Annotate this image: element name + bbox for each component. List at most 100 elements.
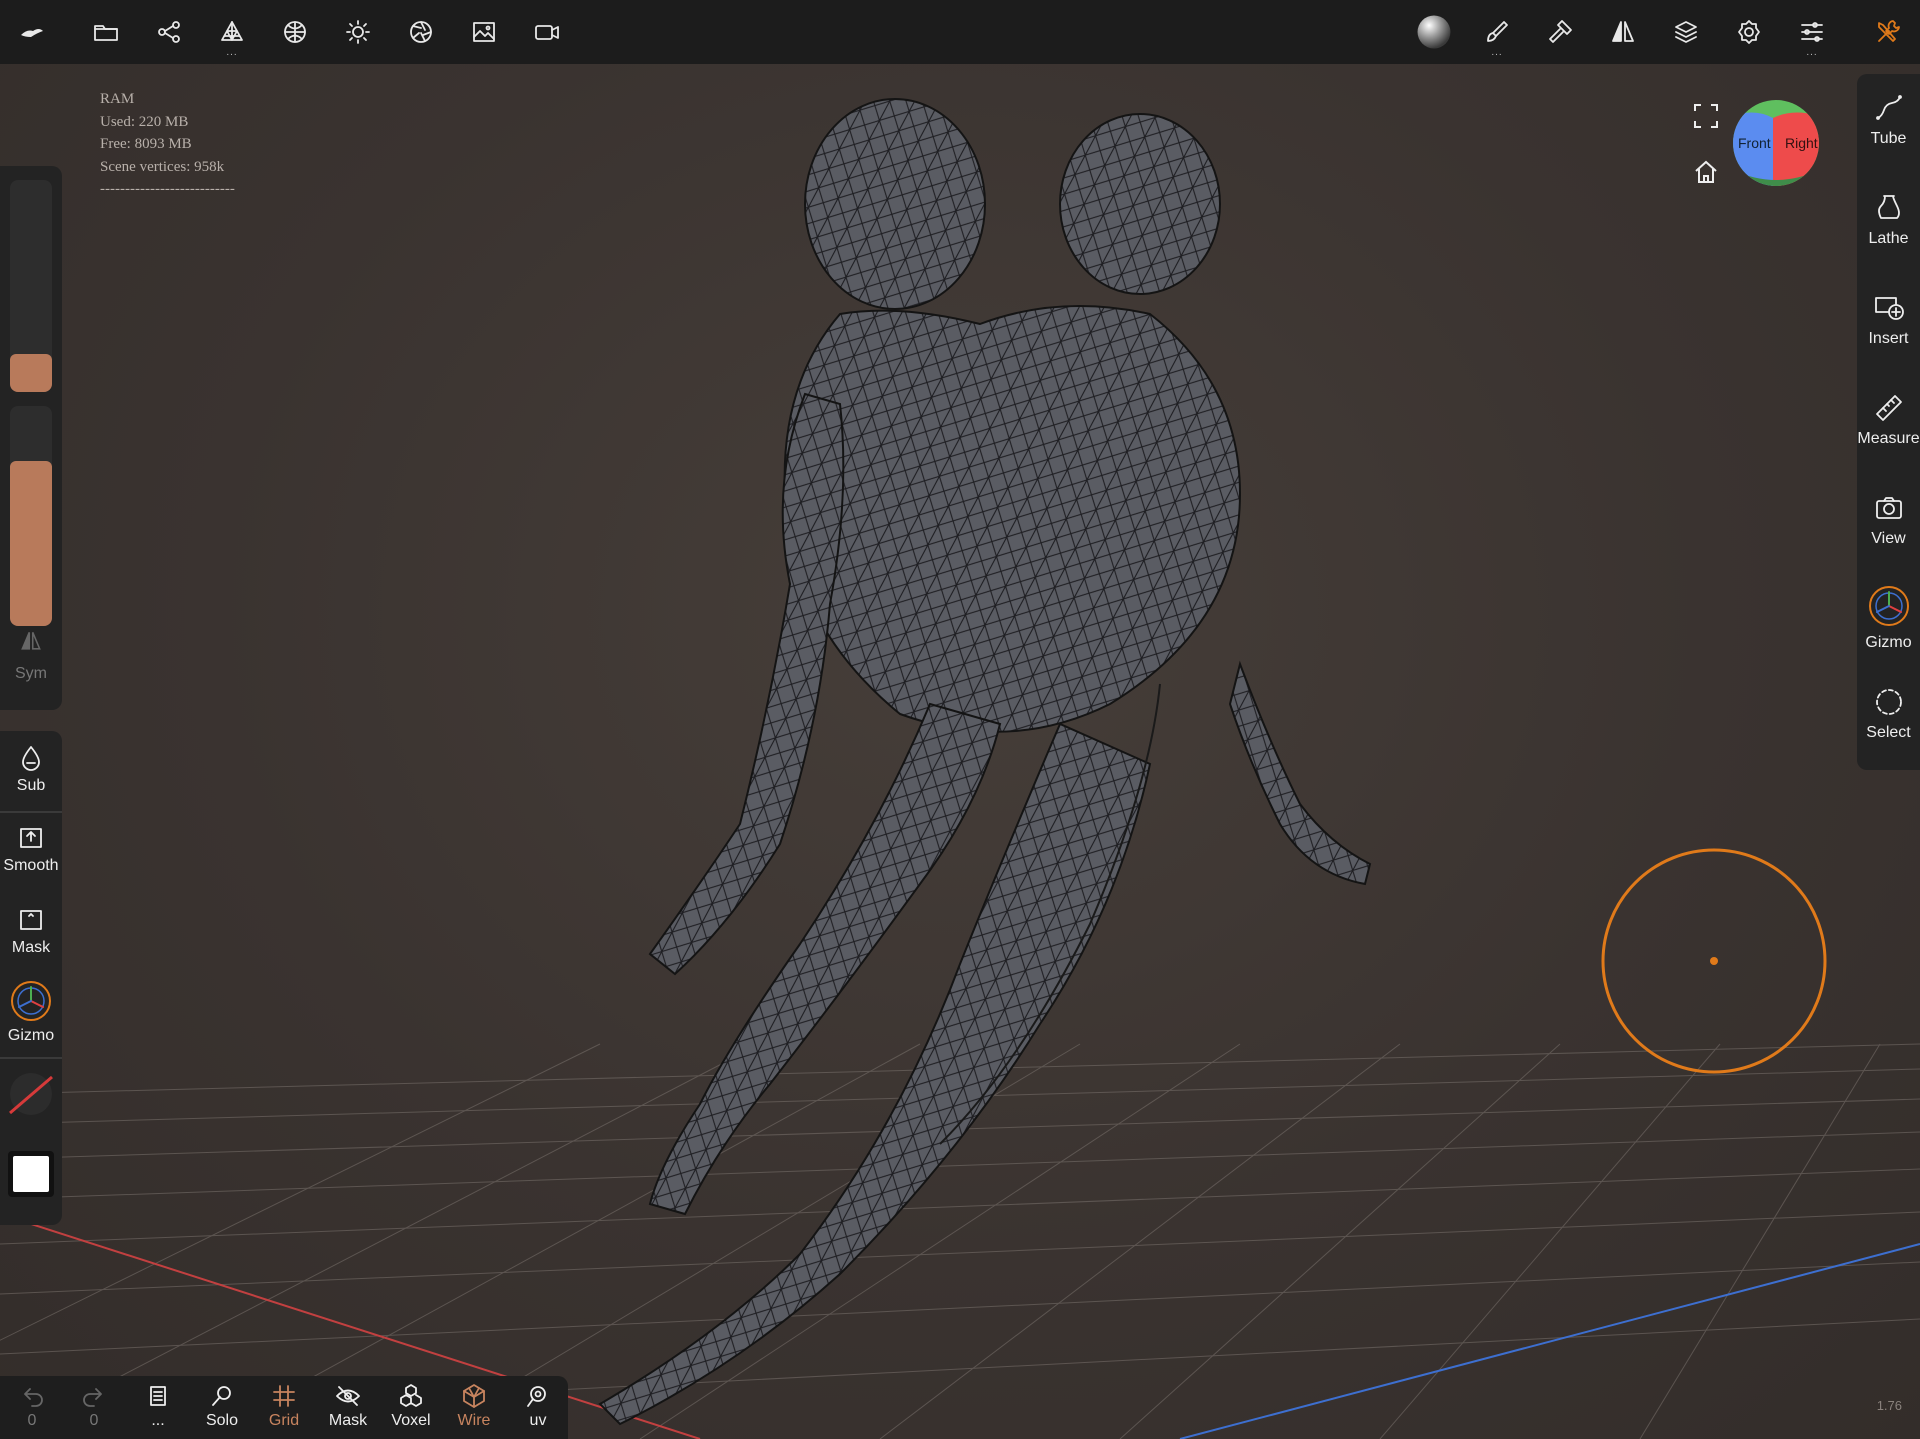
- select-icon: [1875, 689, 1902, 715]
- bottom-toolbar: 0 0 ... Solo Grid Mask Voxel Wire uv: [0, 1376, 568, 1439]
- material-slot[interactable]: [8, 1071, 54, 1117]
- symmetry-icon[interactable]: [1603, 12, 1643, 52]
- z-axis-line: [1179, 1243, 1920, 1439]
- solo-toggle[interactable]: Solo: [192, 1382, 252, 1430]
- tool-smooth-label: Smooth: [3, 857, 59, 874]
- ruler-icon: [1875, 395, 1902, 421]
- wireframe-label: Wire: [457, 1412, 491, 1429]
- gizmo-icon: [11, 981, 51, 1021]
- solo-label: Solo: [205, 1412, 239, 1429]
- brush-cursor-center: [1710, 957, 1718, 965]
- search-icon: [212, 1386, 231, 1406]
- eye-slash-icon: [336, 1386, 360, 1406]
- undo-count: 0: [27, 1412, 37, 1429]
- symmetry-icon: [21, 632, 41, 650]
- light-icon[interactable]: [338, 12, 378, 52]
- fullscreen-icon[interactable]: [1692, 102, 1720, 130]
- gizmo-icon: [1868, 586, 1909, 626]
- scene-canvas[interactable]: [0, 64, 1920, 1439]
- right-tool-panel: Tube Lathe Insert Measure View Gizmo Sel…: [1857, 74, 1920, 770]
- tool-mask[interactable]: Mask: [0, 905, 62, 957]
- tool-gizmo-right[interactable]: Gizmo: [1857, 584, 1920, 652]
- background-image-icon[interactable]: [464, 12, 504, 52]
- history-icon: [150, 1386, 166, 1406]
- tool-tube[interactable]: Tube: [1857, 92, 1920, 148]
- ram-info: RAM Used: 220 MB Free: 8093 MB Scene ver…: [100, 88, 235, 201]
- mask-visibility-label: Mask: [328, 1412, 368, 1429]
- version-label: 1.76: [1876, 1398, 1902, 1413]
- wireframe-icon: [463, 1384, 485, 1408]
- smooth-icon: [20, 828, 42, 848]
- insert-icon: [1874, 297, 1904, 320]
- tool-select-label: Select: [1866, 724, 1911, 741]
- voxel-label: Voxel: [391, 1412, 431, 1429]
- paint-brush-icon[interactable]: ...: [1477, 12, 1517, 58]
- redo-count: 0: [89, 1412, 99, 1429]
- lathe-icon: [1877, 195, 1900, 219]
- undo-button[interactable]: 0: [2, 1382, 62, 1430]
- app-logo-icon[interactable]: [12, 12, 52, 52]
- folder-icon[interactable]: [86, 12, 126, 52]
- ram-divider: ---------------------------: [100, 181, 235, 197]
- sculpt-mesh[interactable]: [598, 98, 1372, 1426]
- tool-view[interactable]: View: [1857, 492, 1920, 548]
- radius-slider-fill: [10, 353, 52, 392]
- sculpt-tool-panel: Sub Smooth Mask Gizmo: [0, 731, 62, 1225]
- tool-gizmo[interactable]: Gizmo: [0, 979, 62, 1045]
- history-button[interactable]: ...: [128, 1382, 188, 1430]
- redo-button[interactable]: 0: [64, 1382, 124, 1430]
- grid-label: Grid: [268, 1412, 300, 1429]
- 3d-viewport[interactable]: [0, 64, 1920, 1439]
- tool-gizmo-right-label: Gizmo: [1865, 634, 1912, 651]
- hammer-icon[interactable]: [1540, 12, 1580, 52]
- redo-icon: [83, 1388, 102, 1407]
- intensity-slider[interactable]: [10, 406, 52, 626]
- tools-icon[interactable]: [1868, 12, 1908, 52]
- color-swatch[interactable]: [8, 1151, 54, 1197]
- intensity-slider-fill: [10, 461, 52, 626]
- camera-view-icon: [1875, 497, 1902, 519]
- grid-toggle[interactable]: Grid: [254, 1382, 314, 1430]
- material-sphere-icon[interactable]: [275, 12, 315, 52]
- tool-gizmo-label: Gizmo: [7, 1027, 55, 1044]
- navigation-cube[interactable]: Front Right: [1733, 100, 1819, 186]
- ram-used: Used: 220 MB: [100, 113, 189, 130]
- top-toolbar: ... ... ...: [0, 0, 1920, 65]
- tool-measure[interactable]: Measure: [1857, 392, 1920, 448]
- shading-icon[interactable]: [401, 12, 441, 52]
- uv-label: uv: [529, 1412, 547, 1429]
- wireframe-toggle[interactable]: Wire: [444, 1382, 504, 1430]
- layers-icon[interactable]: [1666, 12, 1706, 52]
- voxel-button[interactable]: Voxel: [381, 1382, 441, 1430]
- tool-lathe-label: Lathe: [1868, 230, 1909, 247]
- grid-icon: [273, 1385, 295, 1407]
- sliders-icon[interactable]: ...: [1792, 12, 1832, 58]
- tool-insert-label: Insert: [1868, 330, 1909, 347]
- mask-visibility-toggle[interactable]: Mask: [318, 1382, 378, 1430]
- navcube-front-label: Front: [1738, 135, 1771, 151]
- ram-free: Free: 8093 MB: [100, 136, 192, 152]
- home-icon[interactable]: [1692, 158, 1720, 186]
- settings-icon[interactable]: [1729, 12, 1769, 52]
- tool-select[interactable]: Select: [1857, 686, 1920, 742]
- matcap-preview-icon[interactable]: [1414, 12, 1454, 52]
- radius-slider[interactable]: [10, 180, 52, 392]
- tube-icon: [1875, 95, 1902, 120]
- uv-toggle[interactable]: uv: [508, 1382, 568, 1430]
- ram-title: RAM: [100, 91, 135, 107]
- sym-toggle[interactable]: Sym: [0, 628, 62, 683]
- camera-icon[interactable]: [527, 12, 567, 52]
- mask-icon: [20, 910, 42, 930]
- ram-vertices: Scene vertices: 958k: [100, 158, 225, 175]
- tool-tube-label: Tube: [1870, 130, 1907, 147]
- tool-insert[interactable]: Insert: [1857, 292, 1920, 348]
- scene-graph-icon[interactable]: [149, 12, 189, 52]
- uv-icon: [527, 1386, 546, 1407]
- voxel-icon: [400, 1384, 422, 1407]
- topology-icon[interactable]: ...: [212, 12, 252, 58]
- tool-lathe[interactable]: Lathe: [1857, 192, 1920, 248]
- tool-mask-label: Mask: [11, 939, 51, 956]
- tool-sub[interactable]: Sub: [0, 743, 62, 795]
- navcube-right-label: Right: [1785, 135, 1818, 151]
- tool-smooth[interactable]: Smooth: [0, 823, 62, 875]
